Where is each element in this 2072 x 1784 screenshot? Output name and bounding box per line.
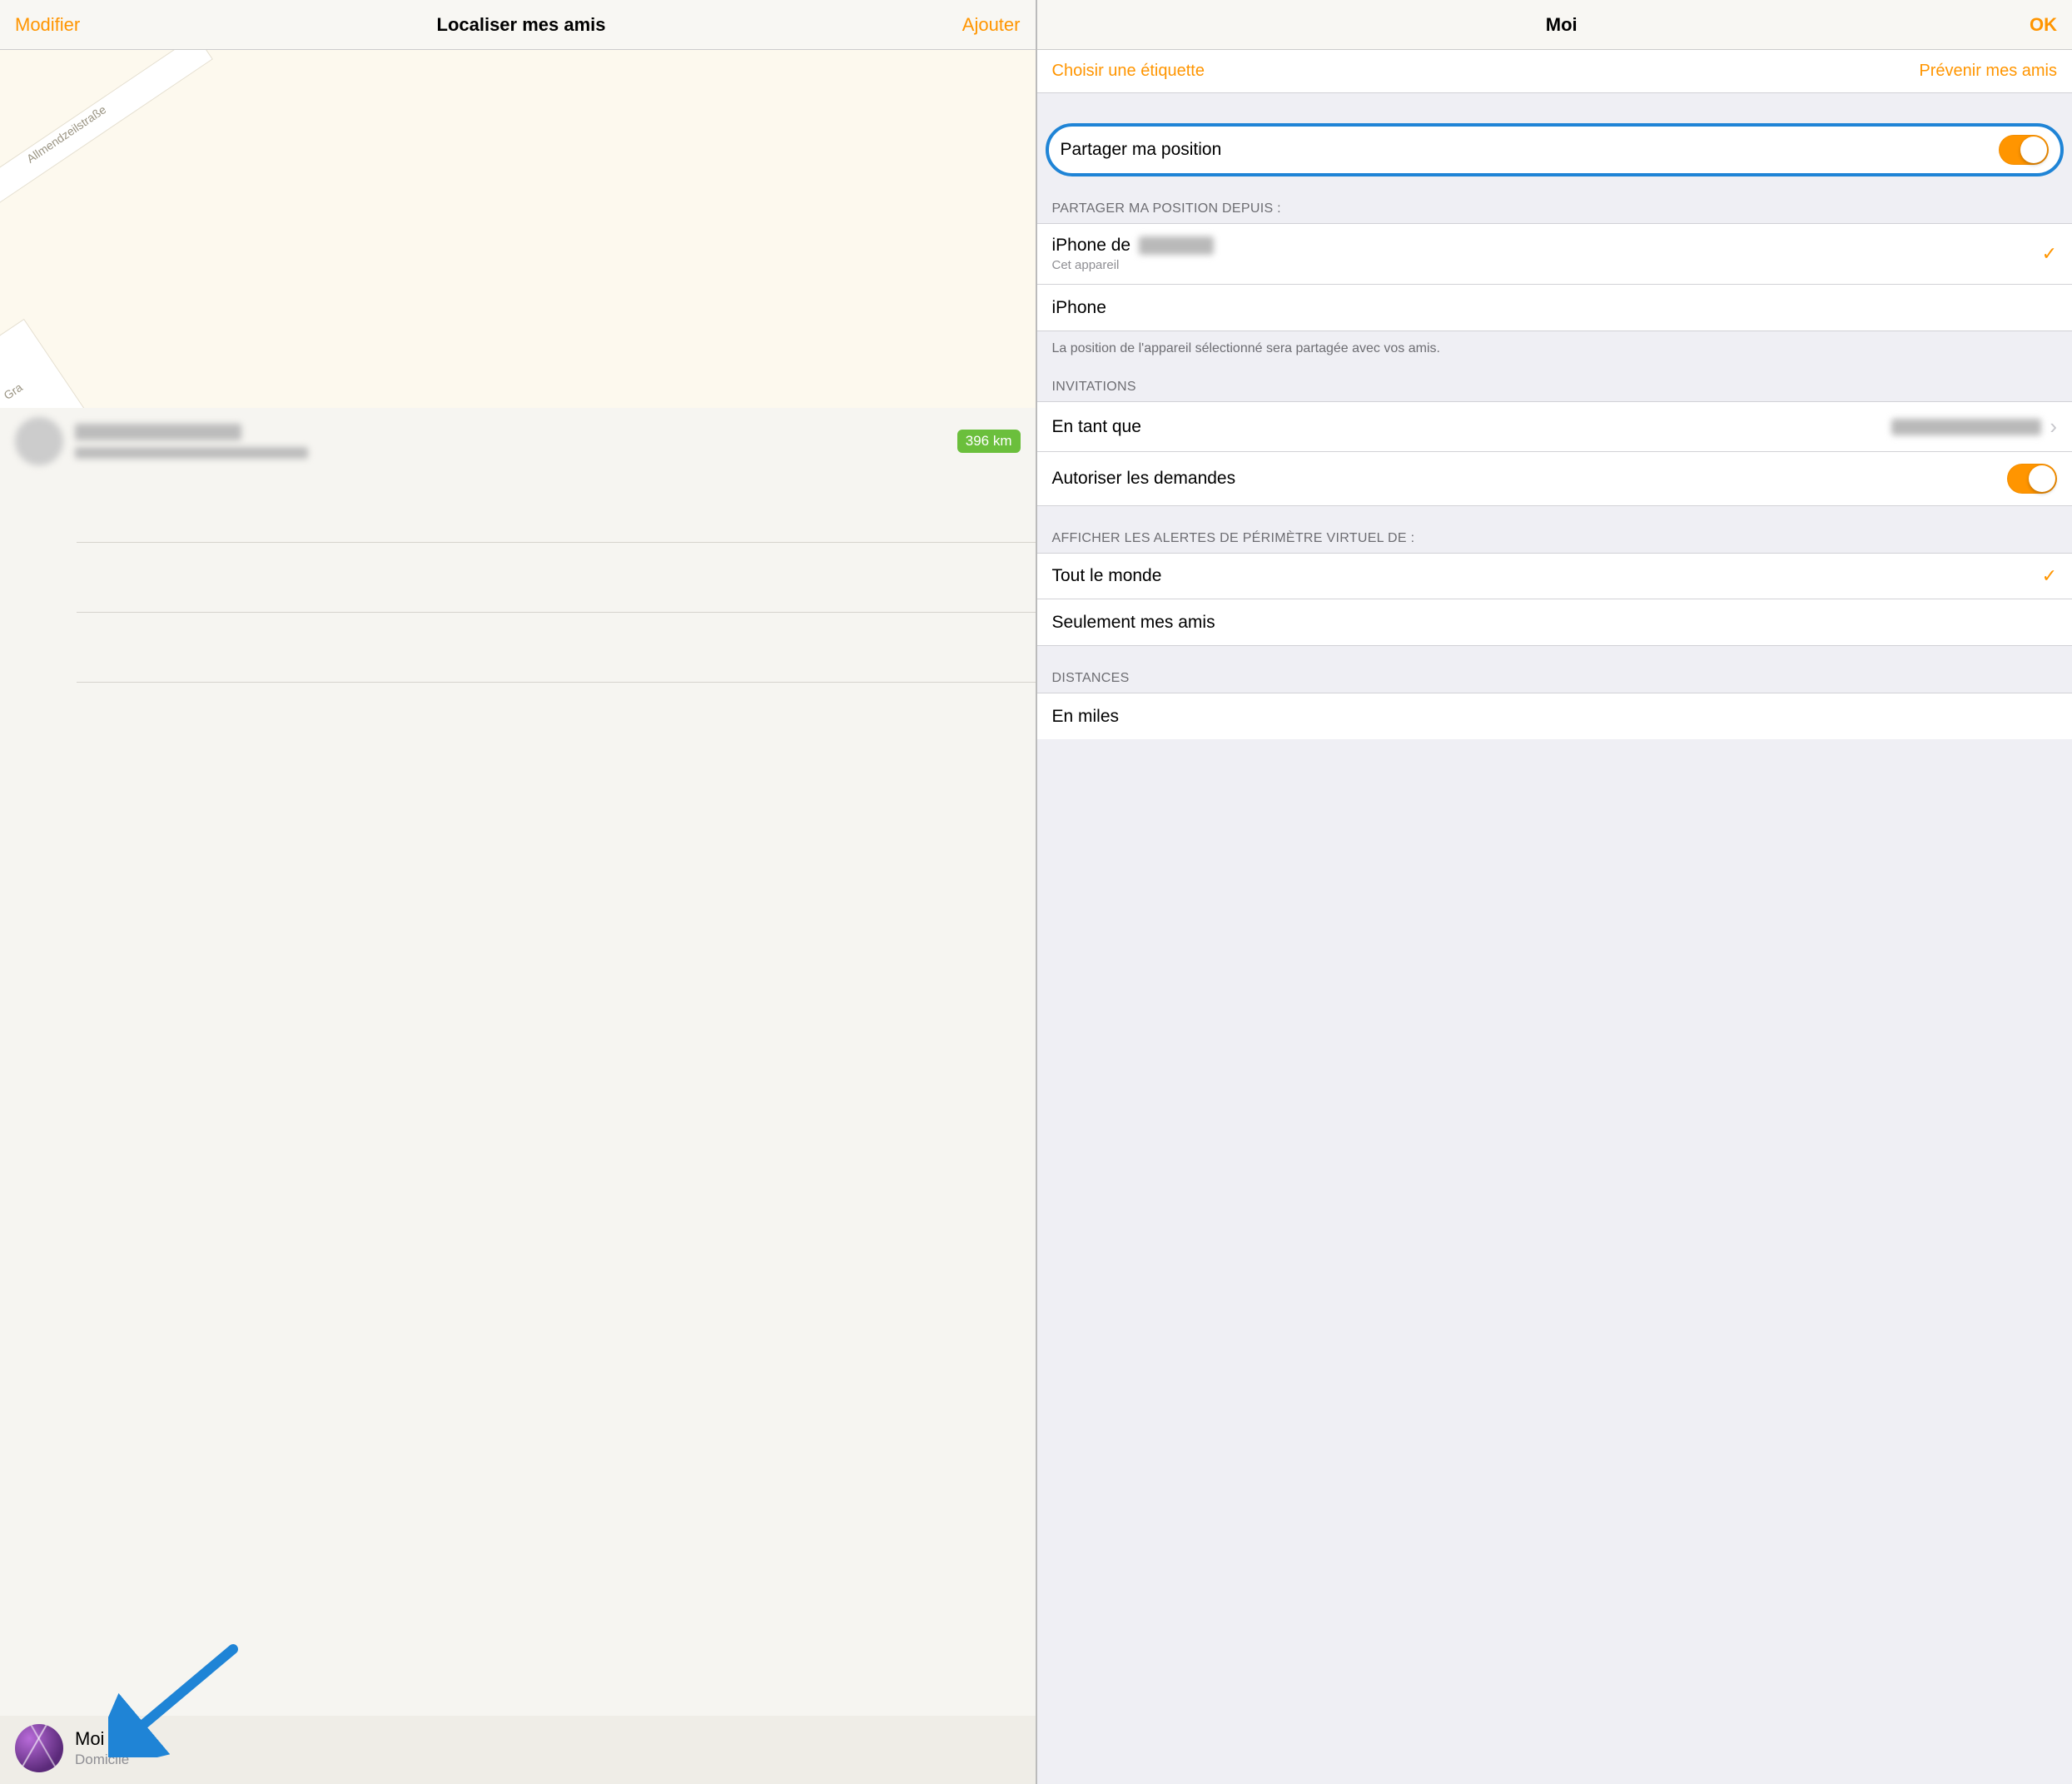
share-location-label: Partager ma position <box>1061 140 1222 160</box>
device-sub: Cet appareil <box>1052 258 1214 272</box>
choose-label-link[interactable]: Choisir une étiquette <box>1052 62 1205 81</box>
friend-name-redacted <box>75 424 241 440</box>
share-location-toggle[interactable] <box>1999 135 2049 165</box>
done-button[interactable]: OK <box>2030 14 2057 36</box>
invite-as-value-redacted <box>1891 419 2041 435</box>
invite-as-label: En tant que <box>1052 417 1141 437</box>
navbar-left: Modifier Localiser mes amis Ajouter <box>0 0 1036 50</box>
list-separator <box>77 543 1036 613</box>
share-location-row: Partager ma position <box>1046 123 2065 176</box>
page-title: Moi <box>1546 14 1578 36</box>
section-header: DISTANCES <box>1037 646 2072 693</box>
list-separator <box>77 683 1036 1716</box>
notify-friends-link[interactable]: Prévenir mes amis <box>1919 62 2057 81</box>
device-title: iPhone de <box>1052 236 1214 256</box>
add-button[interactable]: Ajouter <box>962 14 1021 36</box>
edit-button[interactable]: Modifier <box>15 14 80 36</box>
section-footer: La position de l'appareil sélectionné se… <box>1037 331 2072 365</box>
avatar <box>15 1724 63 1772</box>
device-row[interactable]: iPhone de Cet appareil ✓ <box>1037 223 2072 285</box>
invite-as-row[interactable]: En tant que › <box>1037 401 2072 452</box>
navbar-right: Moi OK <box>1037 0 2072 50</box>
friend-location-redacted <box>75 447 308 459</box>
section-header: AFFICHER LES ALERTES DE PÉRIMÈTRE VIRTUE… <box>1037 506 2072 553</box>
allow-requests-label: Autoriser les demandes <box>1052 469 1236 489</box>
allow-requests-toggle[interactable] <box>2007 464 2057 494</box>
distance-badge: 396 km <box>957 430 1021 453</box>
friends-list: 396 km Moi Domicile <box>0 408 1036 1784</box>
chevron-right-icon: › <box>2050 414 2057 440</box>
geofence-option-label: Seulement mes amis <box>1052 613 1215 633</box>
section-header: INVITATIONS <box>1037 365 2072 401</box>
me-name: Moi <box>75 1728 129 1750</box>
list-separator <box>77 613 1036 683</box>
friend-row[interactable]: 396 km <box>0 408 1036 473</box>
section-header: PARTAGER MA POSITION DEPUIS : <box>1037 176 2072 223</box>
page-title: Localiser mes amis <box>437 14 606 36</box>
device-title: iPhone <box>1052 298 1106 318</box>
distance-unit-row[interactable]: En miles <box>1037 693 2072 739</box>
me-settings-pane: Moi OK Choisir une étiquette Prévenir me… <box>1037 0 2072 1784</box>
device-row[interactable]: iPhone <box>1037 285 2072 331</box>
friends-pane: Modifier Localiser mes amis Ajouter Allm… <box>0 0 1037 1784</box>
avatar <box>15 417 63 465</box>
map-view[interactable]: Allmendzeilstraße Gra <box>0 50 1036 408</box>
checkmark-icon: ✓ <box>2042 243 2057 265</box>
device-name-redacted <box>1139 236 1214 255</box>
list-separator <box>77 473 1036 543</box>
settings-list[interactable]: Choisir une étiquette Prévenir mes amis … <box>1037 50 2072 1784</box>
geofence-option-label: Tout le monde <box>1052 566 1162 586</box>
label-links-row: Choisir une étiquette Prévenir mes amis <box>1037 50 2072 93</box>
checkmark-icon: ✓ <box>2042 565 2057 587</box>
me-sublabel: Domicile <box>75 1752 129 1768</box>
geofence-option-row[interactable]: Tout le monde ✓ <box>1037 553 2072 599</box>
geofence-option-row[interactable]: Seulement mes amis <box>1037 599 2072 646</box>
allow-requests-row: Autoriser les demandes <box>1037 452 2072 506</box>
distance-unit-label: En miles <box>1052 707 1120 727</box>
me-row[interactable]: Moi Domicile <box>0 1716 1036 1784</box>
